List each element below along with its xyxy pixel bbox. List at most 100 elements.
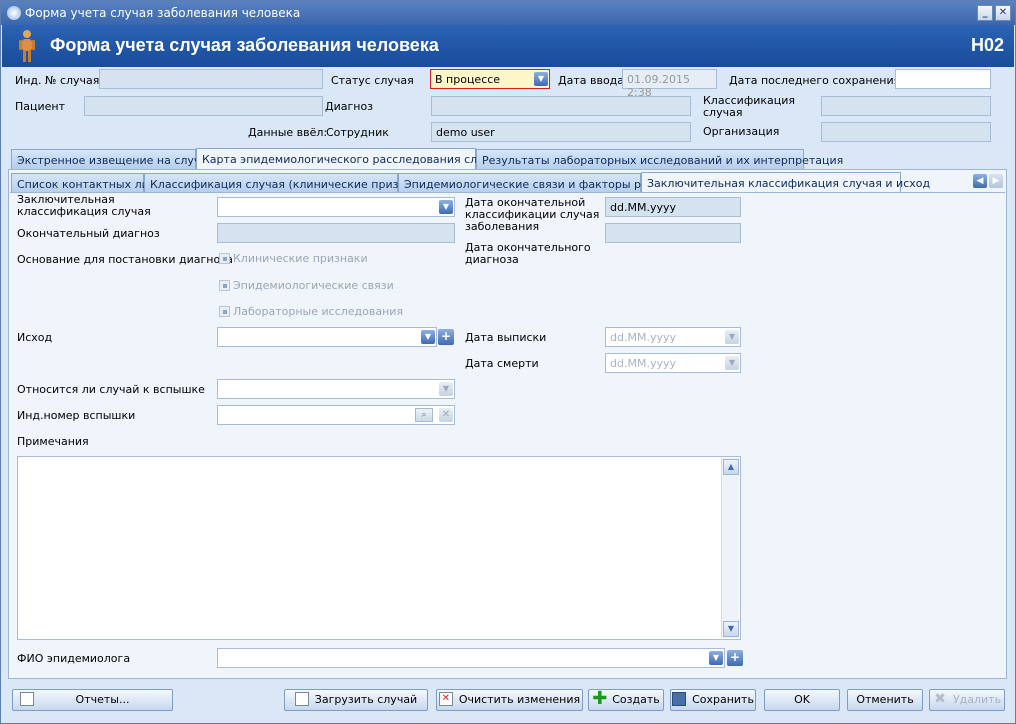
ok-button[interactable]: OK (764, 689, 840, 711)
save-label: Сохранить (692, 693, 754, 706)
cancel-button[interactable]: Отменить (847, 689, 923, 711)
final-classification-select[interactable]: ▼ (217, 197, 455, 217)
main-window: Форма учета случая заболевания человека … (0, 0, 1016, 724)
final-classification-date-label: Дата окончательной классификации случая … (465, 196, 600, 233)
app-icon (7, 6, 21, 20)
reports-label: Отчеты... (75, 693, 130, 706)
tab-epi-links[interactable]: Эпидемиологические связи и факторы риска (398, 173, 668, 193)
clear-icon[interactable]: ✕ (439, 408, 453, 422)
patient-field[interactable] (84, 96, 323, 116)
entry-date-label: Дата ввода (558, 74, 625, 87)
delete-label: Удалить (952, 693, 1002, 706)
chevron-down-icon[interactable]: ▼ (534, 72, 548, 86)
save-button[interactable]: Сохранить (670, 689, 756, 711)
outbreak-label: Относится ли случай к вспышке (17, 383, 205, 396)
load-document-icon (294, 692, 309, 706)
case-id-label: Инд. № случая (15, 74, 100, 87)
discharge-date-field[interactable]: dd.MM.yyyy ▼ (605, 327, 741, 347)
form-header: Форма учета случая заболевания человека … (2, 25, 1014, 67)
create-button[interactable]: ✚ Создать (588, 689, 664, 711)
ok-label: OK (794, 693, 810, 706)
floppy-disk-icon (672, 692, 687, 706)
tab-lab-results[interactable]: Результаты лабораторных исследований и и… (476, 149, 843, 169)
tab-scroll-right-icon[interactable]: ▶ (989, 174, 1003, 188)
classification-field (821, 96, 991, 116)
delete-button[interactable]: ✖ Удалить (929, 689, 1005, 711)
tab-final-classification[interactable]: Заключительная классификация случая и ис… (641, 172, 930, 193)
final-diagnosis-date-field (605, 223, 741, 243)
outcome-add-button[interactable]: + (438, 329, 454, 345)
notes-label: Примечания (17, 435, 89, 448)
chevron-down-icon[interactable]: ▼ (421, 330, 435, 344)
death-date-value: dd.MM.yyyy (610, 357, 676, 370)
case-id-field[interactable] (99, 69, 323, 89)
create-label: Создать (612, 693, 660, 706)
case-status-value: В процессе (435, 73, 501, 86)
notes-textarea[interactable]: ▲ ▼ (17, 456, 741, 640)
discharge-date-label: Дата выписки (465, 331, 547, 344)
diagnosis-field[interactable] (431, 96, 691, 116)
epidemiologist-label: ФИО эпидемиолога (17, 652, 131, 665)
load-case-label: Загрузить случай (314, 693, 418, 706)
death-date-label: Дата смерти (465, 357, 539, 370)
last-save-label: Дата последнего сохранения (729, 74, 901, 87)
title-bar: Форма учета случая заболевания человека … (1, 1, 1015, 25)
chevron-down-icon[interactable]: ▼ (725, 356, 739, 370)
notes-scrollbar[interactable]: ▲ ▼ (721, 458, 739, 638)
basis-clinical-checkbox[interactable]: Клинические признаки (219, 252, 368, 265)
outcome-select[interactable]: ▼ (217, 327, 437, 347)
close-button[interactable]: ✕ (995, 5, 1011, 21)
scroll-down-icon[interactable]: ▼ (723, 621, 739, 637)
chevron-down-icon[interactable]: ▼ (725, 330, 739, 344)
chevron-down-icon[interactable]: ▼ (439, 382, 453, 396)
epidemiologist-select[interactable]: ▼ (217, 648, 725, 668)
entry-date-field: 01.09.2015 2:38 (622, 69, 717, 99)
outbreak-select[interactable]: ▼ (217, 379, 455, 399)
scroll-up-icon[interactable]: ▲ (723, 459, 739, 475)
death-date-field[interactable]: dd.MM.yyyy ▼ (605, 353, 741, 373)
tab-emergency-notice[interactable]: Экстренное извещение на случай (11, 149, 214, 169)
organization-label: Организация (703, 125, 780, 138)
chevron-down-icon[interactable]: ▼ (709, 651, 723, 665)
basis-label: Основание для постановки диагноза (17, 253, 233, 266)
reports-button[interactable]: Отчеты... (12, 689, 173, 711)
plus-icon: ✚ (592, 688, 608, 709)
final-classification-date-field: dd.MM.yyyy (605, 197, 741, 217)
person-icon (19, 30, 35, 62)
chevron-down-icon[interactable]: ▼ (439, 200, 453, 214)
entered-by-label: Данные ввёл: (248, 126, 328, 139)
tab-scroll-left-icon[interactable]: ◀ (973, 174, 987, 188)
basis-lab-checkbox[interactable]: Лабораторные исследования (219, 305, 403, 318)
cancel-label: Отменить (856, 693, 914, 706)
minimize-button[interactable]: _ (977, 5, 993, 21)
epidemiologist-add-button[interactable]: + (727, 650, 743, 666)
window-title: Форма учета случая заболевания человека (25, 6, 301, 20)
clear-changes-button[interactable]: ✕ Очистить изменения (436, 689, 583, 711)
discharge-date-value: dd.MM.yyyy (610, 331, 676, 344)
search-icon[interactable]: ⌕ (415, 408, 433, 422)
basis-epi-checkbox[interactable]: Эпидемиологические связи (219, 279, 394, 292)
delete-icon: ✖ (934, 691, 946, 707)
clear-icon: ✕ (438, 692, 453, 706)
final-diagnosis-label: Окончательный диагноз (17, 227, 160, 240)
employee-label: Сотрудник (326, 126, 389, 139)
tab-contacts[interactable]: Список контактных лиц (11, 173, 156, 193)
final-diagnosis-field (217, 223, 455, 243)
load-case-button[interactable]: Загрузить случай (284, 689, 428, 711)
outbreak-id-label: Инд.номер вспышки (17, 409, 136, 422)
patient-label: Пациент (15, 100, 66, 113)
tab-clinical-classification[interactable]: Классификация случая (клинические призна… (144, 173, 430, 193)
form-title: Форма учета случая заболевания человека (50, 35, 439, 55)
outcome-label: Исход (17, 331, 53, 344)
clear-changes-label: Очистить изменения (458, 693, 581, 706)
employee-field: demo user (431, 122, 691, 142)
final-diagnosis-date-label: Дата окончательного диагноза (465, 241, 591, 266)
tab-epidemiological-card[interactable]: Карта эпидемиологического расследования … (196, 148, 504, 169)
outbreak-id-field[interactable]: ⌕ ✕ (217, 405, 455, 425)
case-status-select[interactable]: В процессе ▼ (430, 69, 550, 89)
report-icon (19, 692, 34, 706)
case-status-label: Статус случая (331, 74, 414, 87)
form-code: H02 (970, 35, 1004, 55)
classification-label: Классификация случая (703, 94, 796, 119)
organization-field (821, 122, 991, 142)
